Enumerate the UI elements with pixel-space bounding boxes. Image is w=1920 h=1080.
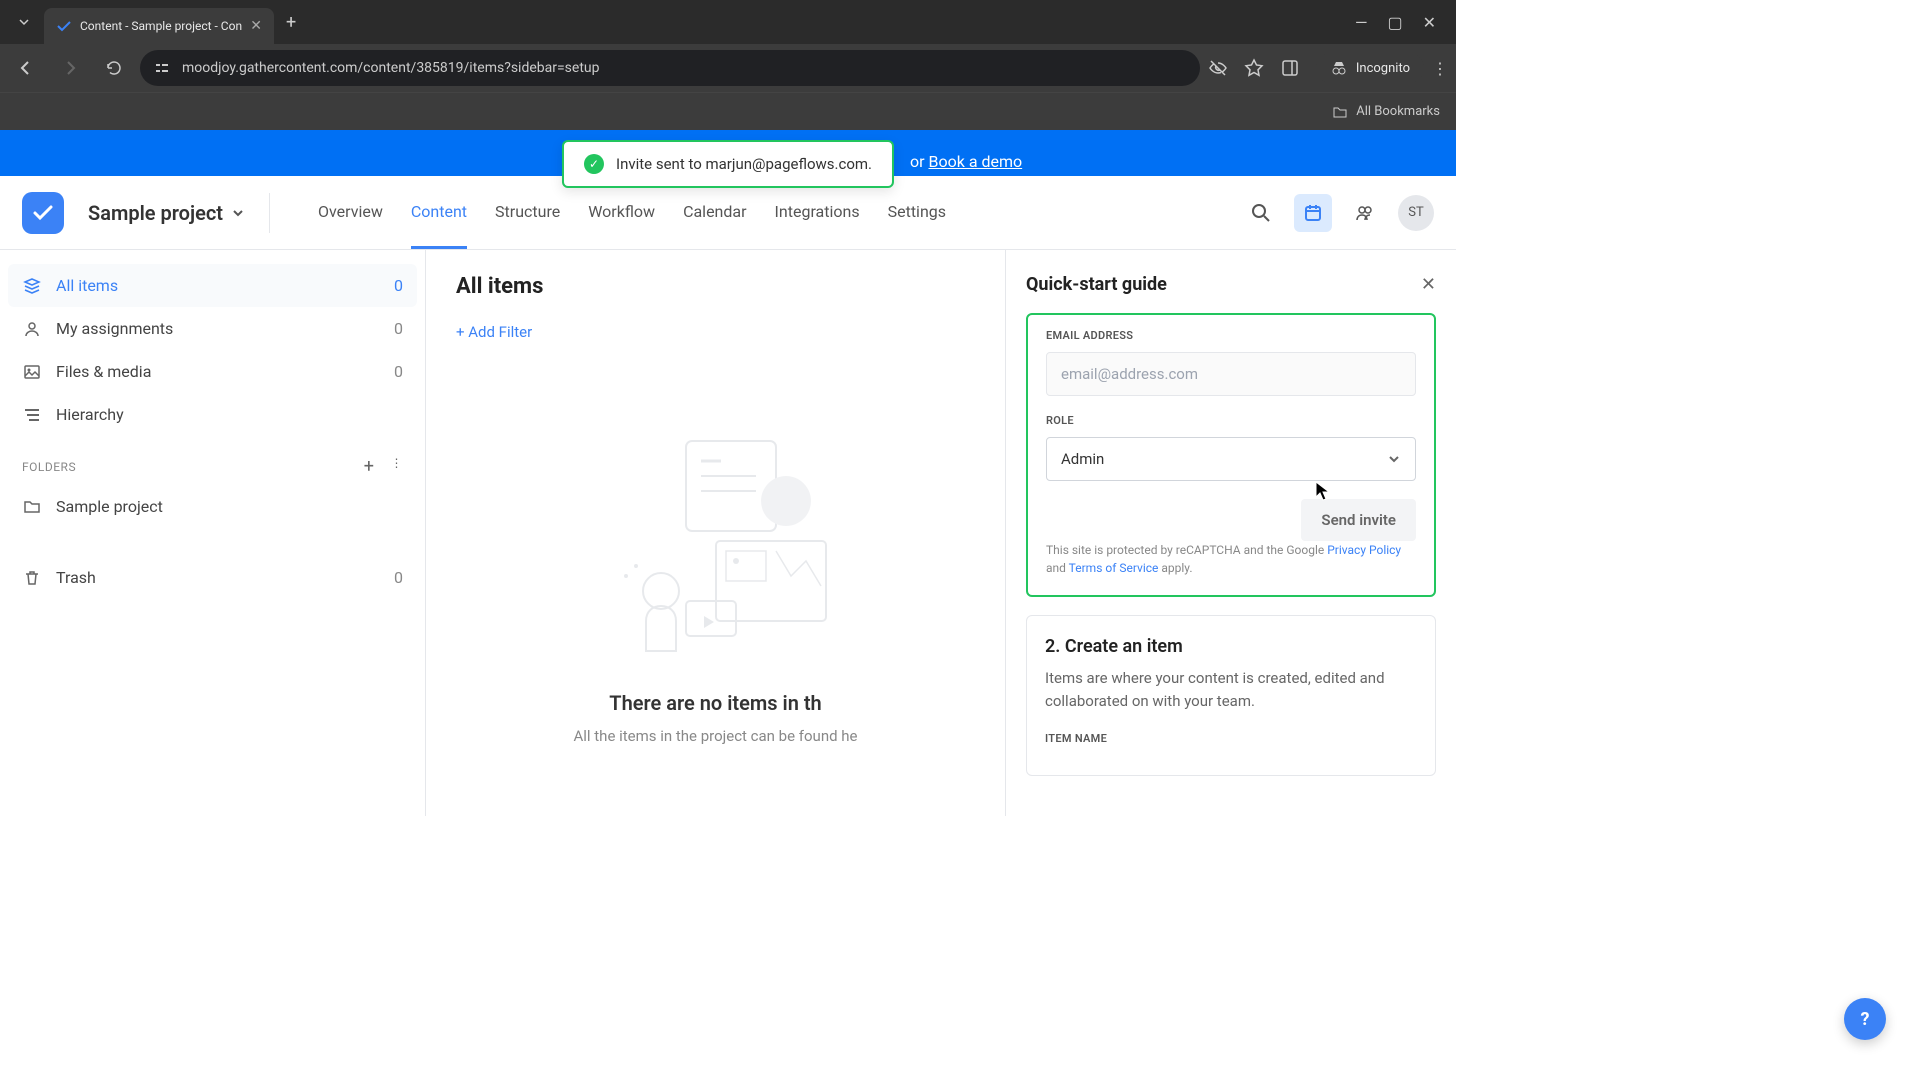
browser-toolbar: moodjoy.gathercontent.com/content/385819… <box>0 44 1456 92</box>
quick-start-title: Quick-start guide <box>1026 274 1167 295</box>
bookmarks-bar: All Bookmarks <box>0 92 1456 130</box>
help-button[interactable]: ? <box>1844 998 1886 1040</box>
send-invite-button[interactable]: Send invite <box>1301 499 1416 541</box>
tab-title: Content - Sample project - Con <box>80 19 242 33</box>
empty-state: There are no items in th All the items i… <box>456 401 975 745</box>
hierarchy-icon <box>22 406 42 424</box>
sidebar: All items 0 My assignments 0 Files & med… <box>0 250 426 816</box>
search-button[interactable] <box>1242 194 1280 232</box>
empty-illustration-icon <box>586 401 846 661</box>
quick-start-panel: Quick-start guide ✕ EMAIL ADDRESS ROLE A… <box>1006 250 1456 816</box>
incognito-icon <box>1330 59 1348 77</box>
minimize-icon[interactable]: — <box>1355 13 1368 32</box>
tab-content[interactable]: Content <box>411 176 467 249</box>
empty-state-subtitle: All the items in the project can be foun… <box>456 727 975 745</box>
close-panel-button[interactable]: ✕ <box>1421 274 1436 295</box>
image-icon <box>22 363 42 381</box>
folder-icon <box>22 498 42 516</box>
add-filter-button[interactable]: + Add Filter <box>456 323 975 341</box>
tab-search-button[interactable] <box>8 6 40 38</box>
reload-button[interactable] <box>96 50 132 86</box>
trash-icon <box>22 569 42 587</box>
browser-tab-strip: Content - Sample project - Con ✕ + — ▢ ✕ <box>0 0 1456 44</box>
eye-off-icon[interactable] <box>1208 58 1228 78</box>
stack-icon <box>22 277 42 295</box>
sidebar-item-my-assignments[interactable]: My assignments 0 <box>8 307 417 350</box>
tab-favicon-icon <box>56 18 72 34</box>
sidebar-item-files-media[interactable]: Files & media 0 <box>8 350 417 393</box>
all-bookmarks-button[interactable]: All Bookmarks <box>1356 104 1440 119</box>
folder-icon <box>1332 104 1348 120</box>
maximize-icon[interactable]: ▢ <box>1387 13 1402 32</box>
empty-state-title: There are no items in th <box>456 691 975 715</box>
success-toast: ✓ Invite sent to marjun@pageflows.com. <box>562 140 894 188</box>
step2-description: Items are where your content is created,… <box>1045 667 1417 712</box>
email-label: EMAIL ADDRESS <box>1046 329 1416 342</box>
url-text: moodjoy.gathercontent.com/content/385819… <box>182 60 1186 76</box>
app-logo[interactable] <box>22 192 64 234</box>
privacy-policy-link[interactable]: Privacy Policy <box>1327 543 1401 557</box>
sidebar-item-trash[interactable]: Trash 0 <box>8 556 417 599</box>
item-name-label: ITEM NAME <box>1045 732 1417 745</box>
check-circle-icon: ✓ <box>584 154 604 174</box>
chevron-down-icon <box>231 206 245 220</box>
user-avatar[interactable]: ST <box>1398 195 1434 231</box>
incognito-badge[interactable]: Incognito <box>1316 53 1424 83</box>
folder-menu-button[interactable]: ⋮ <box>391 456 404 477</box>
bookmark-star-icon[interactable] <box>1244 58 1264 78</box>
email-input[interactable] <box>1046 352 1416 396</box>
new-tab-button[interactable]: + <box>286 12 296 33</box>
banner-or: or <box>910 152 929 171</box>
side-panel-icon[interactable] <box>1280 58 1300 78</box>
tab-structure[interactable]: Structure <box>495 176 560 249</box>
people-button[interactable] <box>1346 194 1384 232</box>
content-area: All items + Add Filter <box>426 250 1006 816</box>
step2-title: 2. Create an item <box>1045 636 1417 657</box>
calendar-button[interactable] <box>1294 194 1332 232</box>
folders-section-header: FOLDERS + ⋮ <box>8 436 417 485</box>
toast-message: Invite sent to marjun@pageflows.com. <box>616 155 872 173</box>
sidebar-item-hierarchy[interactable]: Hierarchy <box>8 393 417 436</box>
recaptcha-disclaimer: This site is protected by reCAPTCHA and … <box>1046 541 1416 577</box>
tab-close-icon[interactable]: ✕ <box>250 18 262 34</box>
invite-step-card: EMAIL ADDRESS ROLE Admin Send invite Thi… <box>1026 313 1436 597</box>
termsig-link[interactable]: Terms of Service <box>1069 561 1159 575</box>
sidebar-item-all-items[interactable]: All items 0 <box>8 264 417 307</box>
site-settings-icon[interactable] <box>154 60 170 76</box>
user-icon <box>22 320 42 338</box>
window-controls: — ▢ ✕ <box>1355 13 1448 32</box>
page-title: All items <box>456 274 975 299</box>
chevron-down-icon <box>1387 452 1401 466</box>
role-label: ROLE <box>1046 414 1416 427</box>
tab-overview[interactable]: Overview <box>318 176 383 249</box>
role-select[interactable]: Admin <box>1046 437 1416 481</box>
book-demo-link[interactable]: Book a demo <box>929 152 1023 171</box>
browser-menu-icon[interactable]: ⋮ <box>1432 59 1448 78</box>
browser-tab[interactable]: Content - Sample project - Con ✕ <box>44 8 274 44</box>
tab-settings[interactable]: Settings <box>888 176 946 249</box>
address-bar[interactable]: moodjoy.gathercontent.com/content/385819… <box>140 50 1200 86</box>
close-window-icon[interactable]: ✕ <box>1423 13 1436 32</box>
back-button[interactable] <box>8 50 44 86</box>
add-folder-button[interactable]: + <box>364 456 375 477</box>
create-item-step-card: 2. Create an item Items are where your c… <box>1026 615 1436 776</box>
forward-button[interactable] <box>52 50 88 86</box>
project-selector[interactable]: Sample project <box>88 201 245 225</box>
sidebar-folder-sample-project[interactable]: Sample project <box>8 485 417 528</box>
